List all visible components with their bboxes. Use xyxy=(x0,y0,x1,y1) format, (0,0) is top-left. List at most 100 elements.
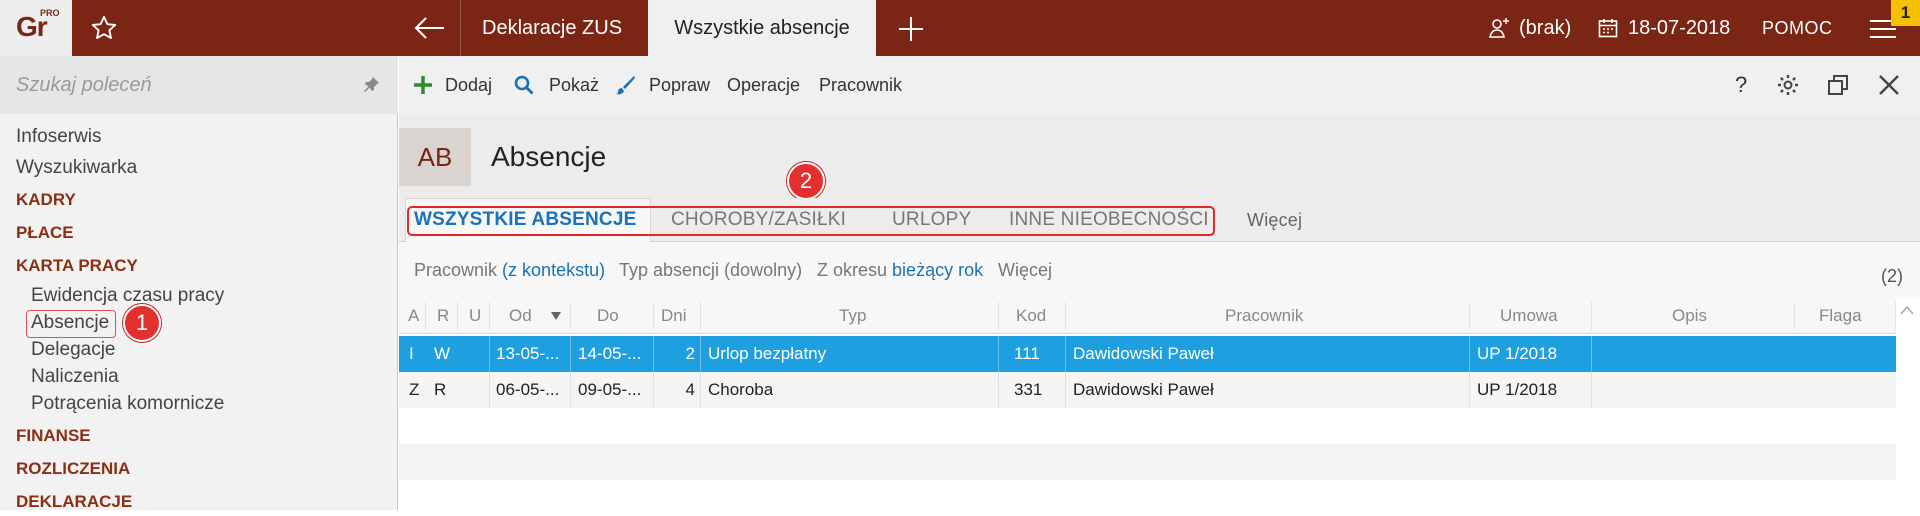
sidebar-item-ewidencja[interactable]: Ewidencja czasu pracy xyxy=(31,285,224,307)
settings-gear-icon[interactable] xyxy=(1776,73,1800,97)
user-context-icon[interactable] xyxy=(1488,16,1512,40)
cell-divider xyxy=(998,372,999,408)
col-pracownik[interactable]: Pracownik xyxy=(1225,298,1303,334)
filter-employee-value[interactable]: (z kontekstu) xyxy=(502,260,605,280)
favorite-star-icon[interactable] xyxy=(90,14,118,42)
calendar-icon[interactable] xyxy=(1598,18,1618,38)
sidebar-item-delegacje[interactable]: Delegacje xyxy=(31,339,116,361)
tab-wiecej[interactable]: Więcej xyxy=(1247,198,1302,242)
column-divider xyxy=(1794,302,1795,330)
tabs-highlight xyxy=(407,206,1215,236)
filter-period[interactable]: Z okresu bieżący rok xyxy=(817,242,983,298)
cell-typ: Choroba xyxy=(708,380,774,399)
cell-umowa: UP 1/2018 xyxy=(1477,380,1558,399)
empty-row xyxy=(399,408,1896,444)
col-dni[interactable]: Dni xyxy=(661,298,687,334)
col-kod[interactable]: Kod xyxy=(1016,298,1046,334)
app-logo[interactable]: Gr PRO xyxy=(0,0,72,56)
operations-menu[interactable]: Operacje xyxy=(727,56,800,114)
callout-badge-1: 1 xyxy=(123,304,161,342)
show-button[interactable]: Pokaż xyxy=(549,56,599,114)
page-header: AB Absencje 2 WSZYSTKIE ABSENCJE CHOROBY… xyxy=(399,114,1920,242)
sidebar-item-naliczenia[interactable]: Naliczenia xyxy=(31,366,119,388)
absencje-highlight xyxy=(26,310,116,338)
filter-absence-type[interactable]: Typ absencji (dowolny) xyxy=(619,242,802,298)
cell-divider xyxy=(653,336,654,372)
scroll-up-chevron-icon[interactable] xyxy=(1900,304,1914,316)
vertical-scrollbar[interactable] xyxy=(1896,334,1920,510)
topbar-divider xyxy=(460,0,461,56)
add-plus-icon[interactable] xyxy=(413,75,433,95)
column-divider xyxy=(1065,302,1066,330)
col-u[interactable]: U xyxy=(469,298,481,334)
col-umowa[interactable]: Umowa xyxy=(1500,298,1558,334)
employee-menu[interactable]: Pracownik xyxy=(819,56,902,114)
search-icon[interactable] xyxy=(514,75,534,95)
command-search-input[interactable]: Szukaj poleceń xyxy=(0,56,398,114)
sidebar-section-kadry[interactable]: KADRY xyxy=(16,190,76,210)
filter-employee-label: Pracownik xyxy=(414,260,498,280)
sidebar-item-wyszukiwarka[interactable]: Wyszukiwarka xyxy=(16,157,137,179)
cell-divider xyxy=(489,372,490,408)
filter-bar: Pracownik (z kontekstu) Typ absencji (do… xyxy=(399,242,1920,298)
tab-wszystkie-absencje[interactable]: Wszystkie absencje xyxy=(648,0,876,56)
column-divider xyxy=(700,302,701,330)
sidebar-item-infoserwis[interactable]: Infoserwis xyxy=(16,126,102,148)
cell-umowa: UP 1/2018 xyxy=(1477,344,1558,363)
help-button[interactable]: ? xyxy=(1735,56,1747,114)
close-icon[interactable] xyxy=(1877,73,1901,97)
cell-typ: Urlop bezpłatny xyxy=(708,344,827,363)
brush-edit-icon[interactable] xyxy=(615,75,635,95)
cell-pracownik: Dawidowski Paweł xyxy=(1073,380,1214,399)
sidebar-section-karta-pracy[interactable]: KARTA PRACY xyxy=(16,256,138,276)
module-badge: AB xyxy=(399,128,471,186)
user-context-label[interactable]: (brak) xyxy=(1519,0,1571,56)
table-header: A R U Od Do Dni Typ Kod Pracownik Umowa … xyxy=(399,298,1896,334)
column-divider xyxy=(1469,302,1470,330)
cell-r: R xyxy=(434,380,447,399)
col-r[interactable]: R xyxy=(437,298,449,334)
record-count: (2) xyxy=(1881,266,1903,286)
cell-divider xyxy=(1591,372,1592,408)
edit-button[interactable]: Popraw xyxy=(649,56,710,114)
sidebar-section-finanse[interactable]: FINANSE xyxy=(16,426,91,446)
restore-window-icon[interactable] xyxy=(1826,73,1850,97)
cell-divider xyxy=(570,372,571,408)
pin-icon[interactable] xyxy=(362,76,380,94)
cell-kod: 331 xyxy=(1014,380,1043,399)
cell-divider xyxy=(1591,336,1592,372)
col-flaga[interactable]: Flaga xyxy=(1819,298,1862,334)
cell-do: 09-05-... xyxy=(578,380,642,399)
sidebar-section-rozliczenia[interactable]: ROZLICZENIA xyxy=(16,459,130,479)
new-tab-plus-icon[interactable] xyxy=(898,16,924,42)
col-od[interactable]: Od xyxy=(509,298,532,334)
filter-period-value[interactable]: bieżący rok xyxy=(892,260,983,280)
filter-employee[interactable]: Pracownik (z kontekstu) xyxy=(414,242,605,298)
sidebar-section-place[interactable]: PŁACE xyxy=(16,223,74,243)
col-opis[interactable]: Opis xyxy=(1672,298,1707,334)
column-divider xyxy=(998,302,999,330)
cell-divider xyxy=(653,372,654,408)
tab-deklaracje-zus[interactable]: Deklaracje ZUS xyxy=(482,0,622,56)
help-menu[interactable]: POMOC xyxy=(1762,0,1833,56)
table-row[interactable]: I W 13-05-... 14-05-... 2 Urlop bezpłatn… xyxy=(399,336,1896,372)
back-arrow-icon[interactable] xyxy=(412,14,446,42)
col-a[interactable]: A xyxy=(408,298,419,334)
sidebar-section-deklaracje[interactable]: DEKLARACJE xyxy=(16,492,132,512)
notification-badge[interactable]: 1 xyxy=(1891,0,1920,26)
filter-tabs: WSZYSTKIE ABSENCJE CHOROBY/ZASIŁKI URLOP… xyxy=(399,198,1920,242)
sidebar-item-potracenia[interactable]: Potrącenia komornicze xyxy=(31,393,224,415)
sort-desc-icon[interactable] xyxy=(551,312,561,320)
top-bar: Gr PRO Deklaracje ZUS Wszystkie absencje… xyxy=(0,0,1920,56)
table-row[interactable]: Z R 06-05-... 09-05-... 4 Choroba 331 Da… xyxy=(399,372,1896,408)
add-button[interactable]: Dodaj xyxy=(445,56,492,114)
cell-r: W xyxy=(434,344,451,363)
column-divider xyxy=(570,302,571,330)
cell-divider xyxy=(1065,372,1066,408)
filter-more[interactable]: Więcej xyxy=(998,242,1052,298)
working-date[interactable]: 18-07-2018 xyxy=(1628,0,1730,56)
toolbar: Dodaj Pokaż Popraw Operacje Pracownik ? xyxy=(399,56,1920,114)
col-do[interactable]: Do xyxy=(597,298,619,334)
col-typ[interactable]: Typ xyxy=(839,298,866,334)
sidebar: Szukaj poleceń Infoserwis Wyszukiwarka K… xyxy=(0,56,398,512)
